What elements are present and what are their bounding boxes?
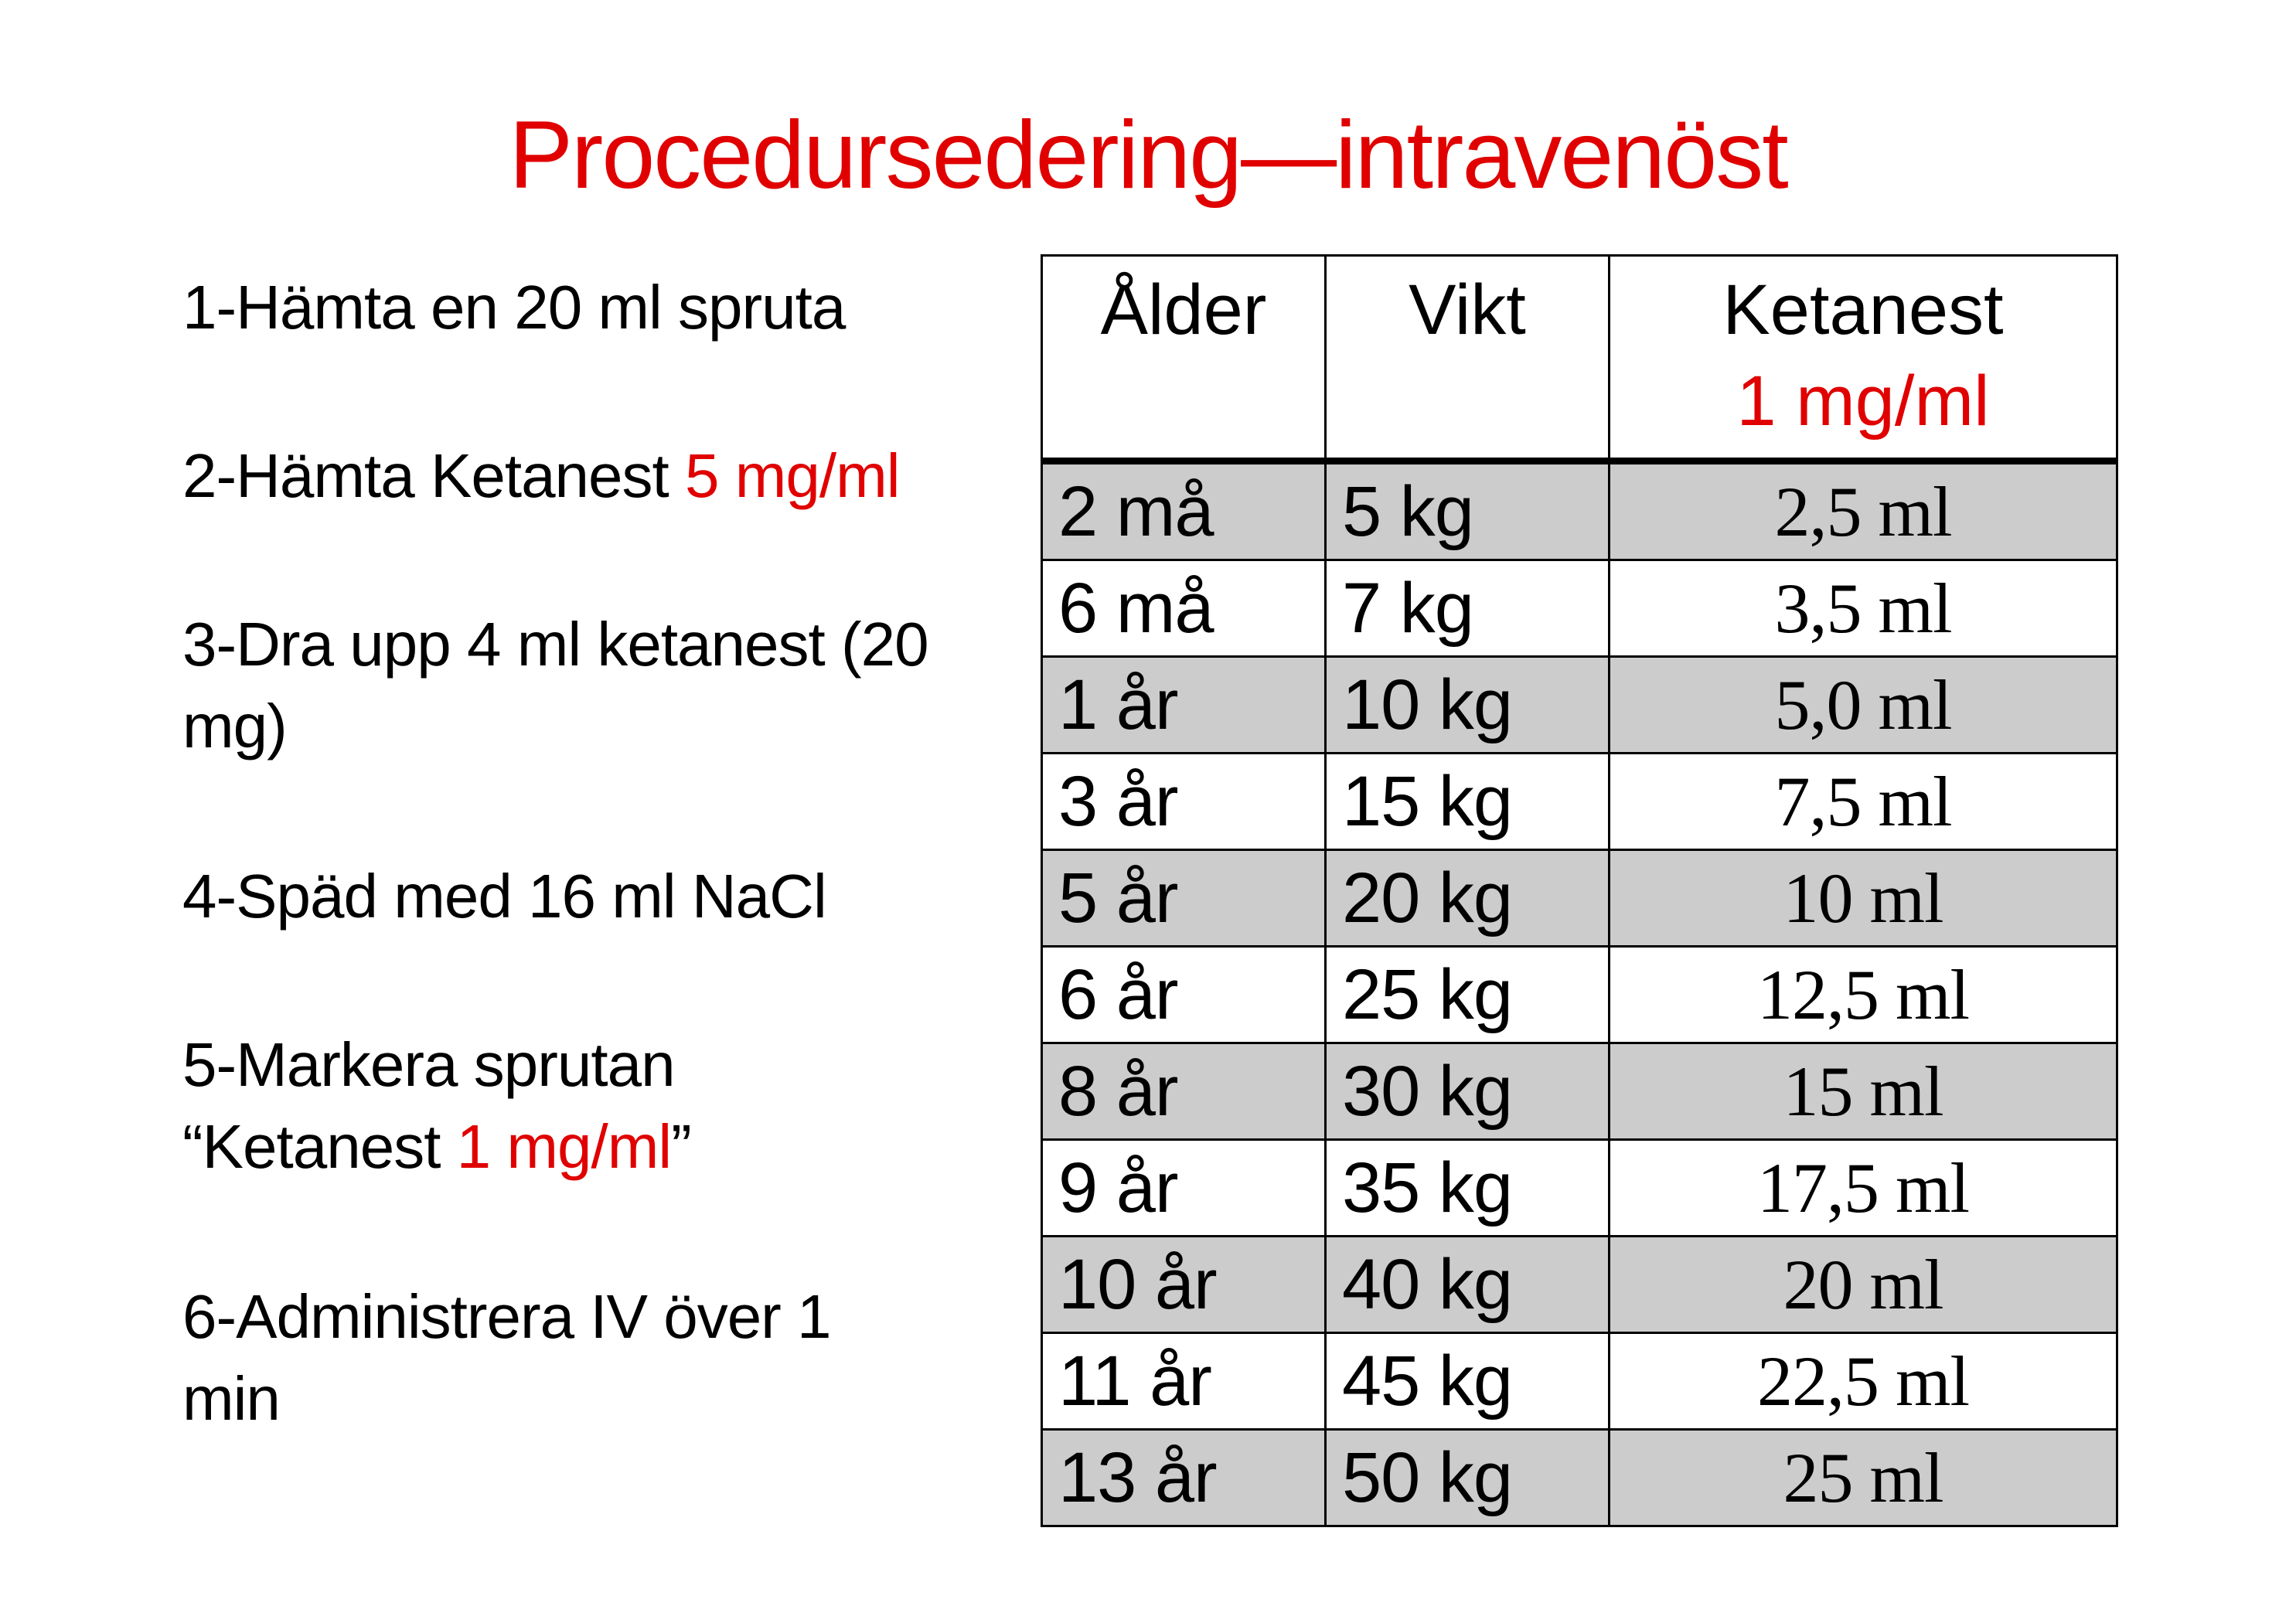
table-header-row: Ålder Vikt Ketanest 1 mg/ml [1041, 254, 2118, 462]
step-highlight: 5 mg/ml [685, 441, 900, 510]
cell-dose: 7,5 ml [1608, 752, 2118, 851]
cell-age: 1 år [1041, 655, 1327, 754]
cell-dose: 15 ml [1608, 1042, 2118, 1141]
cell-weight: 30 kg [1324, 1042, 1610, 1141]
step-text: 1-Hämta en 20 ml spruta [182, 273, 846, 342]
page-title: Procedursedering—intravenöst [509, 102, 1788, 209]
header-dose-concentration: 1 mg/ml [1736, 362, 1990, 441]
step-highlight: 1 mg/ml [456, 1112, 672, 1181]
table-row: 1 år 10 kg 5,0 ml [1041, 655, 2118, 754]
cell-dose: 25 ml [1608, 1428, 2118, 1527]
cell-weight: 40 kg [1324, 1235, 1610, 1334]
header-dose-label: Ketanest [1722, 270, 2004, 349]
step-3: 3-Dra upp 4 ml ketanest (20 mg) [182, 604, 956, 767]
cell-dose: 22,5 ml [1608, 1332, 2118, 1431]
header-weight: Vikt [1324, 254, 1610, 462]
cell-weight: 7 kg [1324, 559, 1610, 658]
step-text: 4-Späd med 16 ml NaCl [182, 862, 827, 931]
cell-age: 13 år [1041, 1428, 1327, 1527]
step-text: 3-Dra upp 4 ml ketanest (20 mg) [182, 610, 929, 760]
cell-age: 5 år [1041, 849, 1327, 948]
cell-weight: 10 kg [1324, 655, 1610, 754]
header-age: Ålder [1041, 254, 1327, 462]
cell-age: 6 år [1041, 945, 1327, 1044]
cell-weight: 50 kg [1324, 1428, 1610, 1527]
cell-dose: 20 ml [1608, 1235, 2118, 1334]
table-row: 6 år 25 kg 12,5 ml [1041, 945, 2118, 1044]
table-row: 9 år 35 kg 17,5 ml [1041, 1138, 2118, 1237]
cell-age: 10 år [1041, 1235, 1327, 1334]
step-6: 6-Administrera IV över 1 min [182, 1276, 878, 1440]
step-text: 6-Administrera IV över 1 min [182, 1282, 832, 1433]
table-row: 2 må 5 kg 2,5 ml [1041, 460, 2118, 561]
table-row: 6 må 7 kg 3,5 ml [1041, 559, 2118, 658]
table-row: 3 år 15 kg 7,5 ml [1041, 752, 2118, 851]
cell-weight: 20 kg [1324, 849, 1610, 948]
cell-dose: 2,5 ml [1608, 460, 2118, 561]
step-text: 2-Hämta Ketanest [182, 441, 685, 510]
cell-dose: 12,5 ml [1608, 945, 2118, 1044]
table-row: 10 år 40 kg 20 ml [1041, 1235, 2118, 1334]
cell-dose: 5,0 ml [1608, 655, 2118, 754]
cell-weight: 15 kg [1324, 752, 1610, 851]
table-row: 11 år 45 kg 22,5 ml [1041, 1332, 2118, 1431]
step-4: 4-Späd med 16 ml NaCl [182, 856, 1002, 937]
cell-age: 9 år [1041, 1138, 1327, 1237]
cell-age: 8 år [1041, 1042, 1327, 1141]
cell-dose: 3,5 ml [1608, 559, 2118, 658]
table-row: 13 år 50 kg 25 ml [1041, 1428, 2118, 1527]
cell-weight: 25 kg [1324, 945, 1610, 1044]
cell-weight: 35 kg [1324, 1138, 1610, 1237]
dose-table: Ålder Vikt Ketanest 1 mg/ml 2 må 5 kg 2,5 m… [1041, 254, 2118, 1527]
step-5: 5-Markera sprutan “Ketanest 1 mg/ml” [182, 1024, 801, 1188]
table-row: 8 år 30 kg 15 ml [1041, 1042, 2118, 1141]
cell-age: 3 år [1041, 752, 1327, 851]
cell-age: 11 år [1041, 1332, 1327, 1431]
step-1: 1-Hämta en 20 ml spruta [182, 267, 1002, 349]
table-row: 5 år 20 kg 10 ml [1041, 849, 2118, 948]
step-2: 2-Hämta Ketanest 5 mg/ml [182, 435, 1002, 517]
cell-weight: 45 kg [1324, 1332, 1610, 1431]
step-text: ” [671, 1112, 692, 1181]
cell-age: 6 må [1041, 559, 1327, 658]
cell-weight: 5 kg [1324, 460, 1610, 561]
cell-dose: 10 ml [1608, 849, 2118, 948]
header-dose: Ketanest 1 mg/ml [1608, 254, 2118, 462]
cell-age: 2 må [1041, 460, 1327, 561]
cell-dose: 17,5 ml [1608, 1138, 2118, 1237]
